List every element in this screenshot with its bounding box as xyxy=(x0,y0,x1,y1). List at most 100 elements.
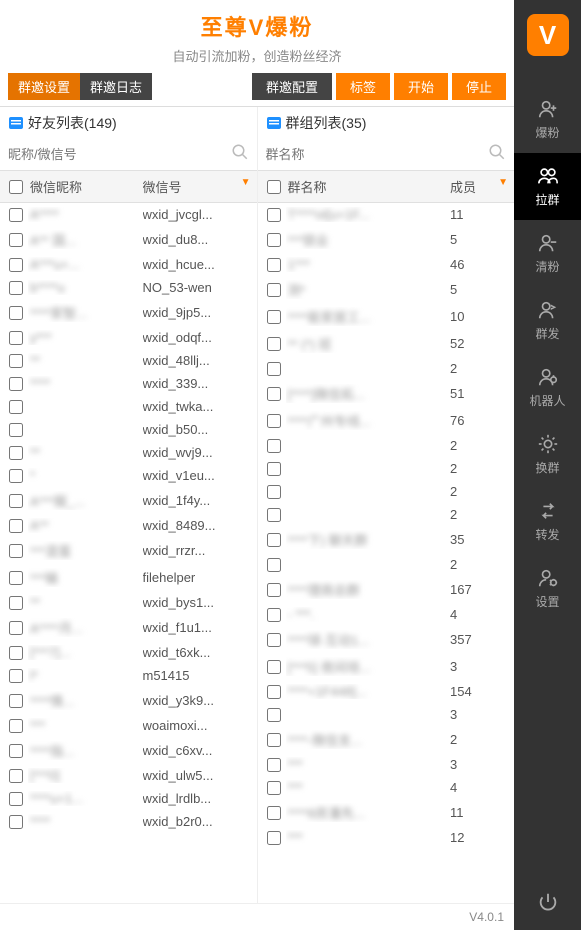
table-row[interactable]: 2 xyxy=(258,503,515,526)
row-checkbox[interactable] xyxy=(267,583,281,597)
row-checkbox[interactable] xyxy=(267,233,281,247)
row-checkbox[interactable] xyxy=(9,281,23,295)
row-checkbox[interactable] xyxy=(267,283,281,297)
table-row[interactable]: **wxid_48llj... xyxy=(0,349,257,372)
table-row[interactable]: 3 xyxy=(258,703,515,726)
stop-button[interactable]: 停止 xyxy=(452,73,506,100)
row-checkbox[interactable] xyxy=(9,306,23,320)
row-checkbox[interactable] xyxy=(267,439,281,453)
sidebar-item-baofen[interactable]: 爆粉 xyxy=(514,86,581,153)
row-checkbox[interactable] xyxy=(267,733,281,747)
row-checkbox[interactable] xyxy=(267,533,281,547)
row-checkbox[interactable] xyxy=(267,337,281,351)
sidebar-item-qingfen[interactable]: 清粉 xyxy=(514,220,581,287)
invite-config-button[interactable]: 群邀配置 xyxy=(252,73,332,100)
row-checkbox[interactable] xyxy=(9,694,23,708)
table-row[interactable]: ***4 xyxy=(258,776,515,799)
table-row[interactable]: [***5] 夜间培...3 xyxy=(258,653,515,680)
table-row[interactable]: T****ot[u+1F...11 xyxy=(258,203,515,226)
table-row[interactable]: A**wxid_8489... xyxy=(0,514,257,537)
table-row[interactable]: ****情...wxid_y3k9... xyxy=(0,687,257,714)
row-checkbox[interactable] xyxy=(9,354,23,368)
table-row[interactable]: ****+1F448]...154 xyxy=(258,680,515,703)
table-row[interactable]: ***3 xyxy=(258,753,515,776)
table-row[interactable]: ** (*) 班52 xyxy=(258,330,515,357)
table-row[interactable]: ****8房潘先...11 xyxy=(258,799,515,826)
table-row[interactable]: 2 xyxy=(258,553,515,576)
table-row[interactable]: **wxid_bys1... xyxy=(0,591,257,614)
table-row[interactable]: [***7]...wxid_t6xk... xyxy=(0,641,257,664)
table-row[interactable]: ****理商总群167 xyxy=(258,576,515,603)
row-checkbox[interactable] xyxy=(267,258,281,272)
row-checkbox[interactable] xyxy=(9,208,23,222)
friends-col-nick[interactable]: 微信昵称 xyxy=(28,177,143,196)
table-row[interactable]: A***u+...wxid_hcue... xyxy=(0,253,257,276)
tab-invite-log[interactable]: 群邀日志 xyxy=(80,73,152,100)
table-row[interactable]: ****wxid_339... xyxy=(0,372,257,395)
groups-rows[interactable]: T****ot[u+1F...11***锁业51***46测*5****能家居工… xyxy=(258,203,515,903)
sidebar-item-huanqun[interactable]: 换群 xyxy=(514,421,581,488)
row-checkbox[interactable] xyxy=(267,608,281,622)
row-checkbox[interactable] xyxy=(267,708,281,722)
row-checkbox[interactable] xyxy=(9,469,23,483)
row-checkbox[interactable] xyxy=(9,494,23,508)
table-row[interactable]: [***0]wxid_ulw5... xyxy=(0,764,257,787)
table-row[interactable]: ****球-互动1...357 xyxy=(258,626,515,653)
row-checkbox[interactable] xyxy=(9,596,23,610)
row-checkbox[interactable] xyxy=(9,621,23,635)
row-checkbox[interactable] xyxy=(9,258,23,272)
row-checkbox[interactable] xyxy=(267,485,281,499)
table-row[interactable]: ****wxid_b2r0... xyxy=(0,810,257,833)
sidebar-item-zhuanfa[interactable]: 转发 xyxy=(514,488,581,555)
friends-col-wxid[interactable]: 微信号 xyxy=(143,177,253,196)
table-row[interactable]: ***锁业5 xyxy=(258,226,515,253)
row-checkbox[interactable] xyxy=(9,571,23,585)
table-row[interactable]: A****月...wxid_f1u1... xyxy=(0,614,257,641)
table-row[interactable]: A****wxid_jvcgl... xyxy=(0,203,257,226)
table-row[interactable]: b****uNO_53-wen xyxy=(0,276,257,299)
row-checkbox[interactable] xyxy=(267,387,281,401)
table-row[interactable]: wxid_twka... xyxy=(0,395,257,418)
sidebar-item-settings[interactable]: 设置 xyxy=(514,555,581,622)
table-row[interactable]: **wxid_wvj9... xyxy=(0,441,257,464)
sidebar-item-laqun[interactable]: 拉群 xyxy=(514,153,581,220)
row-checkbox[interactable] xyxy=(9,792,23,806)
row-checkbox[interactable] xyxy=(267,462,281,476)
row-checkbox[interactable] xyxy=(9,769,23,783)
row-checkbox[interactable] xyxy=(267,633,281,647)
friends-rows[interactable]: A****wxid_jvcgl...A** 国...wxid_du8...A**… xyxy=(0,203,257,903)
start-button[interactable]: 开始 xyxy=(394,73,448,100)
row-checkbox[interactable] xyxy=(9,744,23,758)
table-row[interactable]: 测*5 xyxy=(258,276,515,303)
table-row[interactable]: 2 xyxy=(258,457,515,480)
row-checkbox[interactable] xyxy=(267,806,281,820)
search-icon[interactable] xyxy=(231,143,249,166)
table-row[interactable]: ****下) 聊天群35 xyxy=(258,526,515,553)
row-checkbox[interactable] xyxy=(267,558,281,572)
table-row[interactable]: ****u+1...wxid_lrdlb... xyxy=(0,787,257,810)
row-checkbox[interactable] xyxy=(9,331,23,345)
table-row[interactable]: [****]微信拓...51 xyxy=(258,380,515,407)
row-checkbox[interactable] xyxy=(267,831,281,845)
table-row[interactable]: l*m51415 xyxy=(0,664,257,687)
table-row[interactable]: ***混蛋wxid_rrzr... xyxy=(0,537,257,564)
table-row[interactable]: ****能家居工...10 xyxy=(258,303,515,330)
table-row[interactable]: A** 国...wxid_du8... xyxy=(0,226,257,253)
table-row[interactable]: ***woaimoxi... xyxy=(0,714,257,737)
row-checkbox[interactable] xyxy=(267,758,281,772)
row-checkbox[interactable] xyxy=(267,508,281,522)
row-checkbox[interactable] xyxy=(9,815,23,829)
row-checkbox[interactable] xyxy=(267,685,281,699)
row-checkbox[interactable] xyxy=(267,208,281,222)
table-row[interactable]: ****广州专线...76 xyxy=(258,407,515,434)
table-row[interactable]: 2 xyxy=(258,480,515,503)
row-checkbox[interactable] xyxy=(267,414,281,428)
table-row[interactable]: ****指...wxid_c6xv... xyxy=(0,737,257,764)
tag-button[interactable]: 标签 xyxy=(336,73,390,100)
row-checkbox[interactable] xyxy=(9,400,23,414)
table-row[interactable]: A***服_...wxid_1f4y... xyxy=(0,487,257,514)
table-row[interactable]: ***输filehelper xyxy=(0,564,257,591)
row-checkbox[interactable] xyxy=(9,646,23,660)
groups-search-input[interactable] xyxy=(266,147,489,162)
table-row[interactable]: - ***.4 xyxy=(258,603,515,626)
